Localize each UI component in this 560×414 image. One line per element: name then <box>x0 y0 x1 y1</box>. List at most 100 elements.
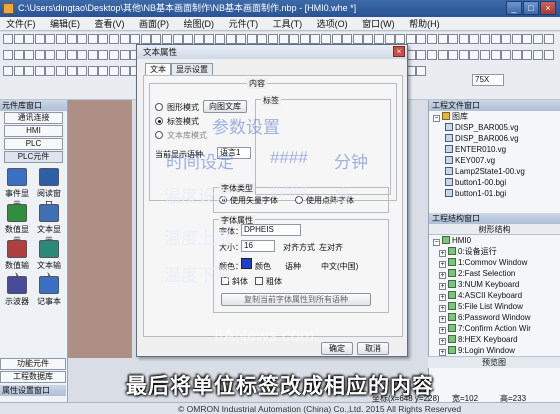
toolbar-button[interactable] <box>87 50 98 60</box>
toolbar-button[interactable] <box>278 34 289 44</box>
toolbar-button[interactable] <box>98 34 109 44</box>
page-item[interactable]: +1:Commov Window <box>429 257 560 268</box>
toolbar-button[interactable] <box>480 34 490 44</box>
toolbar-button[interactable] <box>236 34 247 44</box>
toolbar-button[interactable] <box>511 34 522 44</box>
toolbar-button[interactable] <box>480 50 490 60</box>
toolbar-button[interactable] <box>24 50 35 60</box>
file-item[interactable]: DISP_BAR006.vg <box>429 133 560 144</box>
toolbar-button[interactable] <box>13 66 24 76</box>
toolbar-button[interactable] <box>501 34 512 44</box>
tab-tree-structure[interactable]: 树形结构 <box>429 224 560 235</box>
toolbar-button[interactable] <box>193 34 204 44</box>
cancel-button[interactable]: 取消 <box>357 342 389 355</box>
btn-plc[interactable]: PLC <box>4 138 63 150</box>
toolbar-button[interactable] <box>384 34 395 44</box>
size-select[interactable]: 16 <box>241 240 275 252</box>
toolbar-button[interactable] <box>24 66 35 76</box>
file-item[interactable]: button1-00.bgi <box>429 177 560 188</box>
toolbar-button[interactable] <box>215 34 225 44</box>
toolbar-button[interactable] <box>172 34 183 44</box>
tree-root-hmi0[interactable]: − HMI0 <box>429 235 560 246</box>
toolbar-button[interactable] <box>374 34 384 44</box>
toolbar-button[interactable] <box>511 50 522 60</box>
toolbar-button[interactable] <box>77 66 88 76</box>
radio-label-mode[interactable] <box>155 117 163 125</box>
page-item[interactable]: +3:NUM Keyboard <box>429 279 560 290</box>
copy-font-attr-button[interactable]: 复制当前字体属性到所有语种 <box>221 293 371 306</box>
toolbar-button[interactable] <box>246 34 257 44</box>
menu-screen[interactable]: 画面(P) <box>133 17 175 30</box>
toolbar-button[interactable] <box>458 50 469 60</box>
toolbar-button[interactable] <box>3 34 13 44</box>
toolbar-button[interactable] <box>119 34 130 44</box>
align-value[interactable]: 左对齐 <box>319 242 343 253</box>
toolbar-button[interactable] <box>257 34 268 44</box>
menu-tools[interactable]: 工具(T) <box>267 17 309 30</box>
toolbar-button[interactable] <box>395 34 406 44</box>
toolbar-button[interactable] <box>13 34 24 44</box>
toolbar-button[interactable] <box>437 34 448 44</box>
toolbar-button[interactable] <box>321 34 331 44</box>
toolbar-button[interactable] <box>522 34 533 44</box>
toolbar-button[interactable] <box>427 50 437 60</box>
page-item[interactable]: +7:Confirm Action Wir <box>429 323 560 334</box>
toolbar-button[interactable] <box>490 50 501 60</box>
toolbar-button[interactable] <box>543 34 554 44</box>
toolbar-button[interactable] <box>162 34 172 44</box>
toolbar-button[interactable] <box>109 66 119 76</box>
page-item[interactable]: +8:HEX Keyboard <box>429 334 560 345</box>
toolbar-button[interactable] <box>151 34 162 44</box>
page-item[interactable]: +4:ASCII Keyboard <box>429 290 560 301</box>
toolbar-button[interactable] <box>109 34 119 44</box>
toolbar-button[interactable] <box>363 34 374 44</box>
btn-plc-components[interactable]: PLC元件 <box>4 151 63 163</box>
toolbar-button[interactable] <box>34 50 45 60</box>
maximize-button[interactable]: □ <box>523 1 539 15</box>
toolbar-button[interactable] <box>87 66 98 76</box>
toolbar-button[interactable] <box>119 66 130 76</box>
tool-notepad[interactable]: 记事本 <box>34 276 64 307</box>
toolbar-button[interactable] <box>448 50 459 60</box>
page-item[interactable]: +0:设备运行 <box>429 246 560 257</box>
toolbar-button[interactable] <box>56 66 66 76</box>
page-item[interactable]: +2:Fast Selection <box>429 268 560 279</box>
toolbar-button[interactable] <box>268 34 278 44</box>
toolbar-button[interactable] <box>77 34 88 44</box>
page-item[interactable]: +9:Login Window <box>429 345 560 356</box>
btn-function-components[interactable]: 功能元件 <box>0 358 66 370</box>
toolbar-button[interactable] <box>427 34 437 44</box>
zoom-select[interactable]: 75X <box>472 74 504 86</box>
toolbar-button[interactable] <box>56 50 66 60</box>
toolbar-button[interactable] <box>13 50 24 60</box>
page-item[interactable]: +6:Password Window <box>429 312 560 323</box>
toolbar-button[interactable] <box>45 66 56 76</box>
toolbar-button[interactable] <box>87 34 98 44</box>
dialog-close-button[interactable]: × <box>393 46 405 57</box>
menu-window[interactable]: 窗口(W) <box>356 17 401 30</box>
radio-picture-mode[interactable] <box>155 103 163 111</box>
toolbar-button[interactable] <box>98 66 109 76</box>
toolbar-button[interactable] <box>437 50 448 60</box>
close-button[interactable]: × <box>540 1 556 15</box>
bold-checkbox[interactable] <box>255 277 263 285</box>
tool-oscilloscope[interactable]: 示波器 <box>2 276 32 307</box>
toolbar-button[interactable] <box>66 66 77 76</box>
toolbar-button[interactable] <box>490 34 501 44</box>
toolbar-button[interactable] <box>34 66 45 76</box>
file-item[interactable]: ENTER010.vg <box>429 144 560 155</box>
toolbar-button[interactable] <box>405 34 416 44</box>
toolbar-button[interactable] <box>119 50 130 60</box>
color-swatch[interactable] <box>241 258 252 269</box>
toolbar-button[interactable] <box>501 50 512 60</box>
toolbar-button[interactable] <box>469 34 480 44</box>
toolbar-button[interactable] <box>225 34 236 44</box>
file-item[interactable]: Lamp2State1-00.vg <box>429 166 560 177</box>
color-button[interactable]: 颜色 <box>255 261 271 272</box>
toolbar-button[interactable] <box>289 34 300 44</box>
toolbar-button[interactable] <box>66 34 77 44</box>
toolbar-button[interactable] <box>45 34 56 44</box>
toolbar-button[interactable] <box>310 34 321 44</box>
toolbar-button[interactable] <box>469 50 480 60</box>
toolbar-button[interactable] <box>140 34 151 44</box>
